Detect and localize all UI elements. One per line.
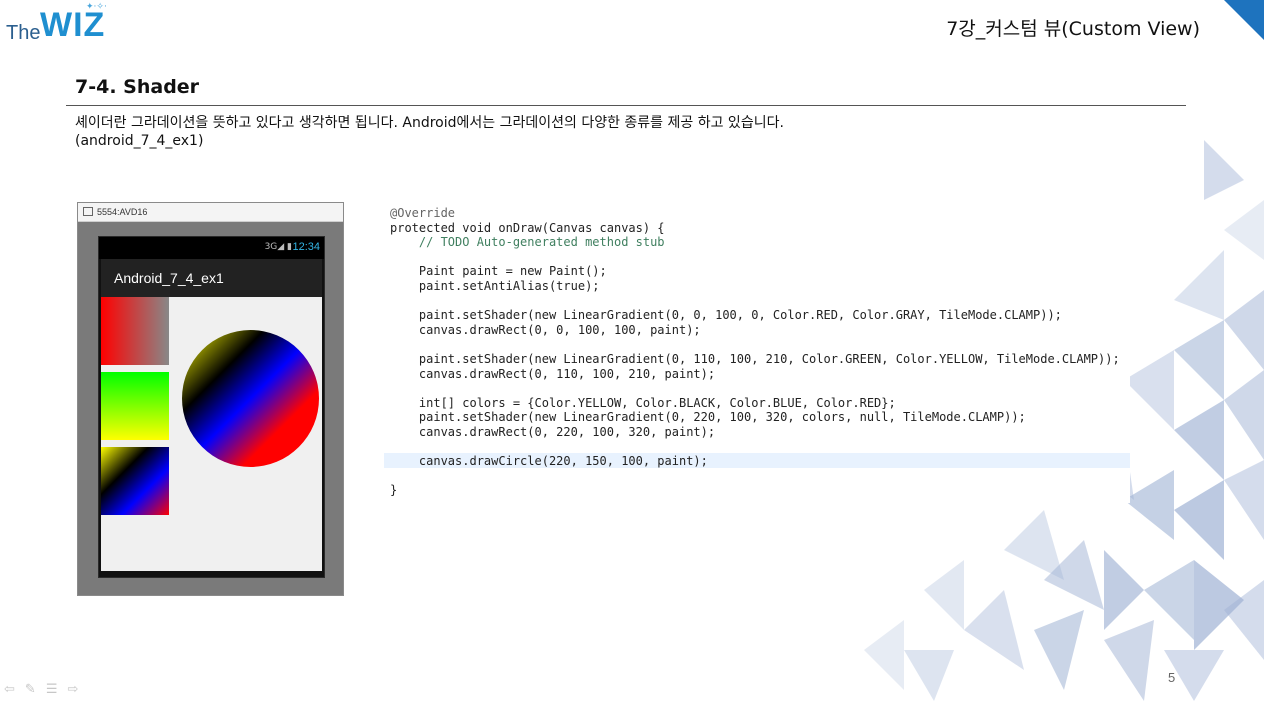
thewiz-logo: The WIZ ✦·✧· — [6, 2, 116, 46]
description-line-2: (android_7_4_ex1) — [75, 133, 204, 149]
code-line: canvas.drawCircle(220, 150, 100, paint); — [390, 454, 708, 469]
multicolor-gradient-rect — [101, 447, 169, 515]
emulator-window: 5554:AVD16 3G◢ ▮ 12:34 Android_7_4_ex1 — [77, 202, 344, 596]
back-arrow-icon[interactable]: ⇦ — [4, 682, 25, 697]
logo-stars-icon: ✦·✧· — [86, 2, 107, 12]
emulator-titlebar: 5554:AVD16 — [78, 203, 343, 222]
menu-icon[interactable]: ☰ — [46, 682, 68, 697]
page-number: 5 — [1168, 670, 1176, 685]
window-icon — [83, 207, 93, 216]
code-line: canvas.drawRect(0, 220, 100, 320, paint)… — [390, 425, 716, 439]
code-line: protected void onDraw(Canvas canvas) { — [390, 220, 665, 235]
drawing-canvas — [101, 297, 322, 571]
code-panel: @Override protected void onDraw(Canvas c… — [384, 200, 1130, 503]
emulator-window-title: 5554:AVD16 — [97, 207, 148, 217]
code-line: @Override — [390, 206, 456, 220]
corner-accent — [1224, 0, 1264, 40]
heading-divider — [66, 105, 1186, 106]
code-line: paint.setShader(new LinearGradient(0, 22… — [390, 410, 1026, 425]
code-line: int[] colors = {Color.YELLOW, Color.BLAC… — [390, 395, 896, 410]
forward-arrow-icon[interactable]: ⇨ — [67, 682, 88, 697]
code-line: canvas.drawRect(0, 0, 100, 100, paint); — [390, 322, 701, 337]
gradient-circle — [182, 330, 319, 467]
app-title: Android_7_4_ex1 — [114, 270, 224, 286]
status-clock: 12:34 — [292, 241, 320, 253]
pen-icon[interactable]: ✎ — [25, 682, 46, 697]
code-line: // TODO Auto-generated method stub — [390, 235, 665, 250]
section-heading: 7-4. Shader — [75, 76, 200, 98]
logo-the-text: The — [6, 22, 41, 44]
code-line: paint.setShader(new LinearGradient(0, 11… — [390, 352, 1120, 366]
code-line: Paint paint = new Paint(); — [390, 264, 607, 279]
app-title-bar: Android_7_4_ex1 — [101, 259, 322, 297]
phone-screen: 3G◢ ▮ 12:34 Android_7_4_ex1 — [98, 236, 325, 578]
code-line: paint.setShader(new LinearGradient(0, 0,… — [390, 308, 1062, 323]
signal-battery-icon: 3G◢ ▮ — [264, 242, 292, 252]
code-line: paint.setAntiAlias(true); — [390, 279, 600, 293]
green-yellow-gradient-rect — [101, 372, 169, 440]
slide-nav-controls: ⇦✎☰⇨ — [4, 682, 88, 697]
slide-title: 7강_커스텀 뷰(Custom View) — [946, 18, 1200, 40]
red-gray-gradient-rect — [101, 297, 169, 365]
code-line: } — [390, 483, 398, 498]
android-status-bar: 3G◢ ▮ 12:34 — [99, 237, 324, 259]
description: 셰이더란 그라데이션을 뜻하고 있다고 생각하면 됩니다. Android에서는… — [75, 114, 784, 150]
description-line-1: 셰이더란 그라데이션을 뜻하고 있다고 생각하면 됩니다. Android에서는… — [75, 115, 784, 131]
code-line: canvas.drawRect(0, 110, 100, 210, paint)… — [390, 366, 716, 381]
